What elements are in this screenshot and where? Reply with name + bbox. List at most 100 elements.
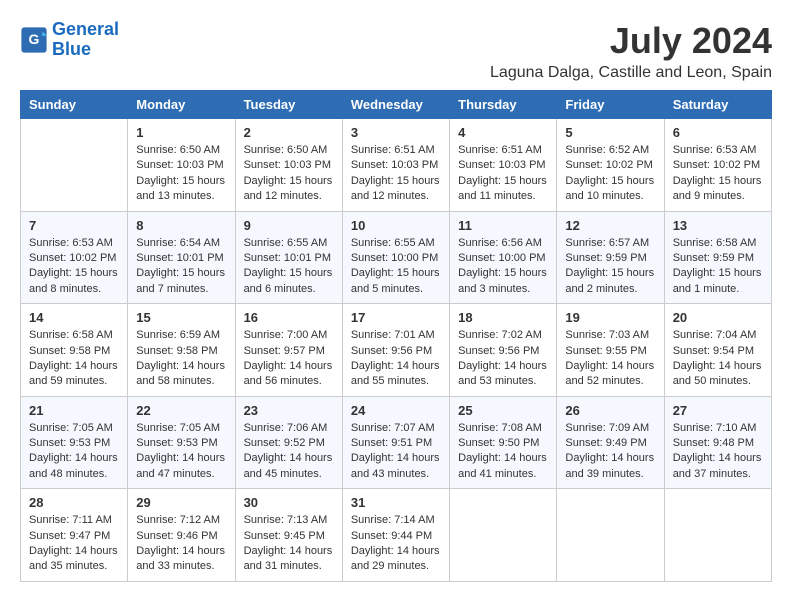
- table-row: 28 Sunrise: 7:11 AM Sunset: 9:47 PM Dayl…: [21, 489, 128, 582]
- header-wednesday: Wednesday: [342, 91, 449, 119]
- table-row: 26 Sunrise: 7:09 AM Sunset: 9:49 PM Dayl…: [557, 396, 664, 489]
- table-row: [664, 489, 771, 582]
- table-row: 10 Sunrise: 6:55 AM Sunset: 10:00 PM Day…: [342, 211, 449, 304]
- logo-line1: General: [52, 19, 119, 39]
- table-row: 3 Sunrise: 6:51 AM Sunset: 10:03 PM Dayl…: [342, 119, 449, 212]
- table-row: 9 Sunrise: 6:55 AM Sunset: 10:01 PM Dayl…: [235, 211, 342, 304]
- table-row: 2 Sunrise: 6:50 AM Sunset: 10:03 PM Dayl…: [235, 119, 342, 212]
- table-row: 21 Sunrise: 7:05 AM Sunset: 9:53 PM Dayl…: [21, 396, 128, 489]
- day-number: 23: [244, 403, 334, 418]
- day-number: 12: [565, 218, 655, 233]
- title-area: July 2024 Laguna Dalga, Castille and Leo…: [490, 20, 772, 82]
- table-row: 18 Sunrise: 7:02 AM Sunset: 9:56 PM Dayl…: [450, 304, 557, 397]
- calendar-week-row: 1 Sunrise: 6:50 AM Sunset: 10:03 PM Dayl…: [21, 119, 772, 212]
- day-info: Sunrise: 7:13 AM Sunset: 9:45 PM Dayligh…: [244, 513, 334, 575]
- day-number: 19: [565, 310, 655, 325]
- day-info: Sunrise: 7:05 AM Sunset: 9:53 PM Dayligh…: [136, 421, 226, 483]
- day-number: 7: [29, 218, 119, 233]
- day-info: Sunrise: 7:00 AM Sunset: 9:57 PM Dayligh…: [244, 328, 334, 390]
- day-info: Sunrise: 7:03 AM Sunset: 9:55 PM Dayligh…: [565, 328, 655, 390]
- day-info: Sunrise: 6:58 AM Sunset: 9:59 PM Dayligh…: [673, 236, 763, 298]
- day-number: 9: [244, 218, 334, 233]
- table-row: 23 Sunrise: 7:06 AM Sunset: 9:52 PM Dayl…: [235, 396, 342, 489]
- header-sunday: Sunday: [21, 91, 128, 119]
- day-number: 4: [458, 125, 548, 140]
- header-monday: Monday: [128, 91, 235, 119]
- table-row: 25 Sunrise: 7:08 AM Sunset: 9:50 PM Dayl…: [450, 396, 557, 489]
- day-number: 31: [351, 495, 441, 510]
- table-row: 31 Sunrise: 7:14 AM Sunset: 9:44 PM Dayl…: [342, 489, 449, 582]
- day-number: 28: [29, 495, 119, 510]
- day-number: 24: [351, 403, 441, 418]
- table-row: 1 Sunrise: 6:50 AM Sunset: 10:03 PM Dayl…: [128, 119, 235, 212]
- table-row: [21, 119, 128, 212]
- day-number: 22: [136, 403, 226, 418]
- day-info: Sunrise: 7:09 AM Sunset: 9:49 PM Dayligh…: [565, 421, 655, 483]
- header-tuesday: Tuesday: [235, 91, 342, 119]
- day-number: 13: [673, 218, 763, 233]
- day-number: 10: [351, 218, 441, 233]
- day-number: 14: [29, 310, 119, 325]
- day-info: Sunrise: 6:50 AM Sunset: 10:03 PM Daylig…: [244, 143, 334, 205]
- table-row: 24 Sunrise: 7:07 AM Sunset: 9:51 PM Dayl…: [342, 396, 449, 489]
- calendar-week-row: 14 Sunrise: 6:58 AM Sunset: 9:58 PM Dayl…: [21, 304, 772, 397]
- day-info: Sunrise: 7:08 AM Sunset: 9:50 PM Dayligh…: [458, 421, 548, 483]
- day-number: 17: [351, 310, 441, 325]
- table-row: 8 Sunrise: 6:54 AM Sunset: 10:01 PM Dayl…: [128, 211, 235, 304]
- day-info: Sunrise: 7:10 AM Sunset: 9:48 PM Dayligh…: [673, 421, 763, 483]
- day-number: 8: [136, 218, 226, 233]
- day-number: 27: [673, 403, 763, 418]
- day-number: 30: [244, 495, 334, 510]
- day-number: 1: [136, 125, 226, 140]
- table-row: 17 Sunrise: 7:01 AM Sunset: 9:56 PM Dayl…: [342, 304, 449, 397]
- header-friday: Friday: [557, 91, 664, 119]
- day-info: Sunrise: 6:53 AM Sunset: 10:02 PM Daylig…: [673, 143, 763, 205]
- calendar-table: Sunday Monday Tuesday Wednesday Thursday…: [20, 90, 772, 582]
- day-number: 6: [673, 125, 763, 140]
- day-info: Sunrise: 6:56 AM Sunset: 10:00 PM Daylig…: [458, 236, 548, 298]
- page-header: G General Blue July 2024 Laguna Dalga, C…: [20, 20, 772, 82]
- day-info: Sunrise: 6:58 AM Sunset: 9:58 PM Dayligh…: [29, 328, 119, 390]
- day-info: Sunrise: 7:07 AM Sunset: 9:51 PM Dayligh…: [351, 421, 441, 483]
- day-info: Sunrise: 7:11 AM Sunset: 9:47 PM Dayligh…: [29, 513, 119, 575]
- day-info: Sunrise: 6:51 AM Sunset: 10:03 PM Daylig…: [351, 143, 441, 205]
- table-row: 13 Sunrise: 6:58 AM Sunset: 9:59 PM Dayl…: [664, 211, 771, 304]
- day-info: Sunrise: 6:59 AM Sunset: 9:58 PM Dayligh…: [136, 328, 226, 390]
- day-number: 5: [565, 125, 655, 140]
- location-title: Laguna Dalga, Castille and Leon, Spain: [490, 64, 772, 82]
- logo-line2: Blue: [52, 39, 91, 59]
- calendar-header-row: Sunday Monday Tuesday Wednesday Thursday…: [21, 91, 772, 119]
- day-info: Sunrise: 6:54 AM Sunset: 10:01 PM Daylig…: [136, 236, 226, 298]
- month-title: July 2024: [490, 20, 772, 62]
- day-info: Sunrise: 6:55 AM Sunset: 10:01 PM Daylig…: [244, 236, 334, 298]
- calendar-week-row: 28 Sunrise: 7:11 AM Sunset: 9:47 PM Dayl…: [21, 489, 772, 582]
- header-saturday: Saturday: [664, 91, 771, 119]
- day-info: Sunrise: 6:57 AM Sunset: 9:59 PM Dayligh…: [565, 236, 655, 298]
- logo-icon: G: [20, 26, 48, 54]
- day-number: 18: [458, 310, 548, 325]
- day-number: 21: [29, 403, 119, 418]
- table-row: 14 Sunrise: 6:58 AM Sunset: 9:58 PM Dayl…: [21, 304, 128, 397]
- table-row: 20 Sunrise: 7:04 AM Sunset: 9:54 PM Dayl…: [664, 304, 771, 397]
- day-info: Sunrise: 6:52 AM Sunset: 10:02 PM Daylig…: [565, 143, 655, 205]
- day-number: 20: [673, 310, 763, 325]
- day-number: 2: [244, 125, 334, 140]
- day-number: 26: [565, 403, 655, 418]
- day-info: Sunrise: 7:05 AM Sunset: 9:53 PM Dayligh…: [29, 421, 119, 483]
- day-info: Sunrise: 7:12 AM Sunset: 9:46 PM Dayligh…: [136, 513, 226, 575]
- table-row: 5 Sunrise: 6:52 AM Sunset: 10:02 PM Dayl…: [557, 119, 664, 212]
- table-row: [450, 489, 557, 582]
- table-row: 4 Sunrise: 6:51 AM Sunset: 10:03 PM Dayl…: [450, 119, 557, 212]
- calendar-week-row: 21 Sunrise: 7:05 AM Sunset: 9:53 PM Dayl…: [21, 396, 772, 489]
- table-row: [557, 489, 664, 582]
- day-info: Sunrise: 7:01 AM Sunset: 9:56 PM Dayligh…: [351, 328, 441, 390]
- table-row: 15 Sunrise: 6:59 AM Sunset: 9:58 PM Dayl…: [128, 304, 235, 397]
- table-row: 11 Sunrise: 6:56 AM Sunset: 10:00 PM Day…: [450, 211, 557, 304]
- day-number: 29: [136, 495, 226, 510]
- day-number: 11: [458, 218, 548, 233]
- table-row: 29 Sunrise: 7:12 AM Sunset: 9:46 PM Dayl…: [128, 489, 235, 582]
- day-info: Sunrise: 6:55 AM Sunset: 10:00 PM Daylig…: [351, 236, 441, 298]
- day-info: Sunrise: 7:02 AM Sunset: 9:56 PM Dayligh…: [458, 328, 548, 390]
- day-info: Sunrise: 7:04 AM Sunset: 9:54 PM Dayligh…: [673, 328, 763, 390]
- table-row: 30 Sunrise: 7:13 AM Sunset: 9:45 PM Dayl…: [235, 489, 342, 582]
